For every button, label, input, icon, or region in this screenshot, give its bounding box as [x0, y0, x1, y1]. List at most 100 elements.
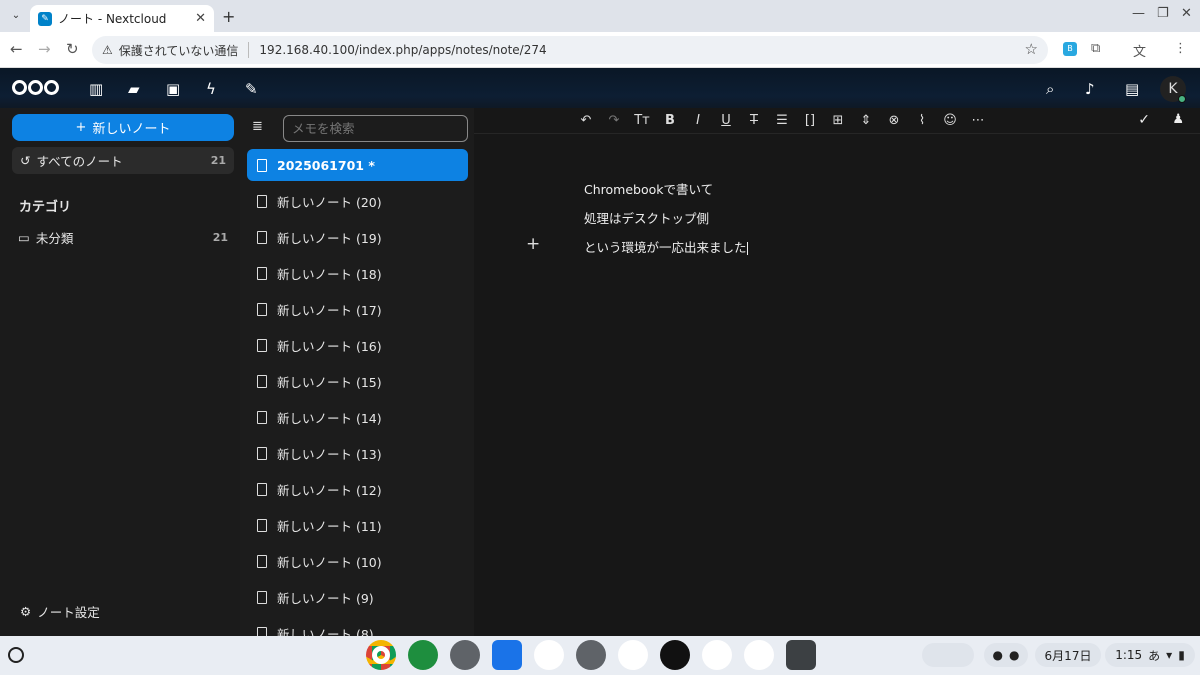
calculator-app-icon[interactable]	[450, 640, 480, 670]
bullet-list-icon[interactable]: ☰	[774, 113, 790, 128]
note-list-item[interactable]: 新しいノート (10)	[247, 545, 468, 577]
browser-tab[interactable]: ✎ ノート - Nextcloud ✕	[30, 5, 214, 32]
collapse-sidebar-icon[interactable]: ≣	[252, 119, 263, 134]
contacts-icon[interactable]: ▤	[1125, 80, 1139, 98]
url-text[interactable]: 192.168.40.100/index.php/apps/notes/note…	[259, 43, 546, 57]
date-button[interactable]: 6月17日	[1035, 643, 1101, 667]
new-note-button[interactable]: + 新しいノート	[12, 114, 234, 141]
activity-bolt-icon[interactable]: ϟ	[206, 80, 216, 98]
drive-app-icon[interactable]	[618, 640, 648, 670]
forward-icon[interactable]: →	[38, 40, 51, 58]
note-title: 新しいノート (15)	[277, 374, 382, 390]
nextcloud-app: ▥ ▰ ▣ ϟ ✎ ⌕ ♪ ▤ K + 新しいノート ↺ すべてのノート 21 …	[0, 68, 1200, 642]
gemini-app-icon[interactable]	[702, 640, 732, 670]
workspace-app-icon[interactable]	[408, 640, 438, 670]
chrome-app-icon[interactable]	[366, 640, 396, 670]
note-list-item[interactable]: 新しいノート (16)	[247, 329, 468, 361]
document-icon	[257, 554, 267, 568]
sharing-users-icon[interactable]: ♟	[1172, 112, 1184, 127]
note-list-item[interactable]: 新しいノート (13)	[247, 437, 468, 469]
all-notes-item[interactable]: ↺ すべてのノート 21	[12, 147, 234, 174]
attachment-icon[interactable]: ⌇	[914, 113, 930, 128]
notes-pencil-icon[interactable]: ✎	[245, 80, 258, 98]
tray-thumbnail[interactable]	[922, 643, 974, 667]
document-icon	[257, 590, 267, 604]
system-tray[interactable]: 1:15 あ ▾ ▮	[1105, 643, 1195, 667]
note-list-item[interactable]: 新しいノート (19)	[247, 221, 468, 253]
menu-kebab-icon[interactable]: ⋮	[1174, 41, 1187, 56]
underline-icon[interactable]: U	[718, 113, 734, 128]
minimize-icon[interactable]: —	[1132, 6, 1145, 21]
files-app-icon[interactable]	[492, 640, 522, 670]
new-tab-icon[interactable]: +	[222, 7, 235, 26]
add-block-icon[interactable]: +	[526, 234, 540, 254]
close-window-icon[interactable]: ✕	[1181, 6, 1192, 21]
table-icon[interactable]: ⊞	[830, 113, 846, 128]
extensions-puzzle-icon[interactable]: ⧉	[1091, 41, 1100, 56]
terminal-app-icon[interactable]	[786, 640, 816, 670]
code-block-icon[interactable]: []	[802, 113, 818, 128]
all-notes-count: 21	[210, 154, 226, 167]
security-status[interactable]: 保護されていない通信	[119, 42, 239, 59]
strikethrough-icon[interactable]: T	[746, 113, 762, 128]
photos-icon[interactable]: ▣	[166, 80, 180, 98]
document-icon	[257, 194, 267, 208]
files-folder-icon[interactable]: ▰	[128, 80, 140, 98]
reload-icon[interactable]: ↻	[66, 40, 79, 58]
nextcloud-logo[interactable]	[12, 80, 59, 95]
category-uncategorized[interactable]: ▭ 未分類 21	[12, 226, 234, 248]
tab-close-icon[interactable]: ✕	[195, 11, 206, 26]
back-icon[interactable]: ←	[10, 40, 23, 58]
folder-icon: ▭	[18, 229, 30, 245]
heading-icon[interactable]: Tт	[634, 113, 650, 128]
all-notes-label: すべてのノート	[36, 154, 123, 169]
italic-icon[interactable]: I	[690, 113, 706, 128]
expand-icon[interactable]: ⇕	[858, 113, 874, 128]
note-list-item[interactable]: 新しいノート (18)	[247, 257, 468, 289]
notes-settings-button[interactable]: ⚙ ノート設定	[20, 602, 100, 621]
settings-app-icon[interactable]	[576, 640, 606, 670]
note-title: 新しいノート (13)	[277, 446, 382, 462]
plus-icon: +	[75, 120, 87, 135]
note-list-item[interactable]: 新しいノート (9)	[247, 581, 468, 613]
redo-icon[interactable]: ↷	[606, 113, 622, 128]
note-list-item[interactable]: 新しいノート (14)	[247, 401, 468, 433]
address-bar[interactable]: ⚠ 保護されていない通信 192.168.40.100/index.php/ap…	[92, 36, 1048, 64]
translate-icon[interactable]: 文	[1133, 41, 1146, 60]
settings-label: ノート設定	[37, 605, 100, 620]
note-list-item[interactable]: 新しいノート (11)	[247, 509, 468, 541]
bookmark-star-icon[interactable]: ☆	[1025, 40, 1038, 58]
editor-line-1[interactable]: Chromebookで書いて	[584, 179, 713, 198]
time-text: 1:15	[1115, 648, 1143, 662]
notifications-bell-icon[interactable]: ♪	[1085, 80, 1095, 98]
play-store-app-icon[interactable]	[534, 640, 564, 670]
tray-status-icons[interactable]: ● ●	[984, 643, 1028, 667]
app-icon-dark[interactable]	[660, 640, 690, 670]
note-list-item[interactable]: 新しいノート (20)	[247, 185, 468, 217]
search-icon[interactable]: ⌕	[1046, 80, 1054, 98]
more-options-icon[interactable]: ⋯	[970, 113, 986, 128]
bold-icon[interactable]: B	[662, 113, 678, 128]
undo-icon[interactable]: ↶	[578, 113, 594, 128]
dashboard-icon[interactable]: ▥	[89, 80, 103, 98]
restore-icon[interactable]: ❐	[1157, 6, 1169, 21]
search-input[interactable]	[283, 115, 468, 142]
editor-line-2[interactable]: 処理はデスクトップ側	[584, 208, 709, 227]
link-icon[interactable]: ⊗	[886, 113, 902, 128]
note-list-item[interactable]: 新しいノート (15)	[247, 365, 468, 397]
document-icon	[257, 230, 267, 244]
app-icon-blue[interactable]	[744, 640, 774, 670]
document-icon	[257, 158, 267, 172]
warning-icon[interactable]: ⚠	[102, 43, 113, 57]
emoji-icon[interactable]: ☺	[942, 113, 958, 128]
note-list-item[interactable]: 2025061701 *	[247, 149, 468, 181]
tab-search-icon[interactable]: ⌄	[6, 7, 26, 25]
note-list-item[interactable]: 新しいノート (17)	[247, 293, 468, 325]
notes-list-panel: ≣ 2025061701 * 新しいノート (20) 新しいノート (19) 新しいノ…	[240, 108, 474, 642]
document-icon	[257, 338, 267, 352]
categories-heading: カテゴリ	[19, 200, 72, 215]
note-list-item[interactable]: 新しいノート (12)	[247, 473, 468, 505]
extension-icon[interactable]: B	[1063, 42, 1077, 56]
editor-line-3[interactable]: という環境が一応出来ました	[584, 237, 748, 256]
launcher-icon[interactable]	[8, 647, 24, 663]
